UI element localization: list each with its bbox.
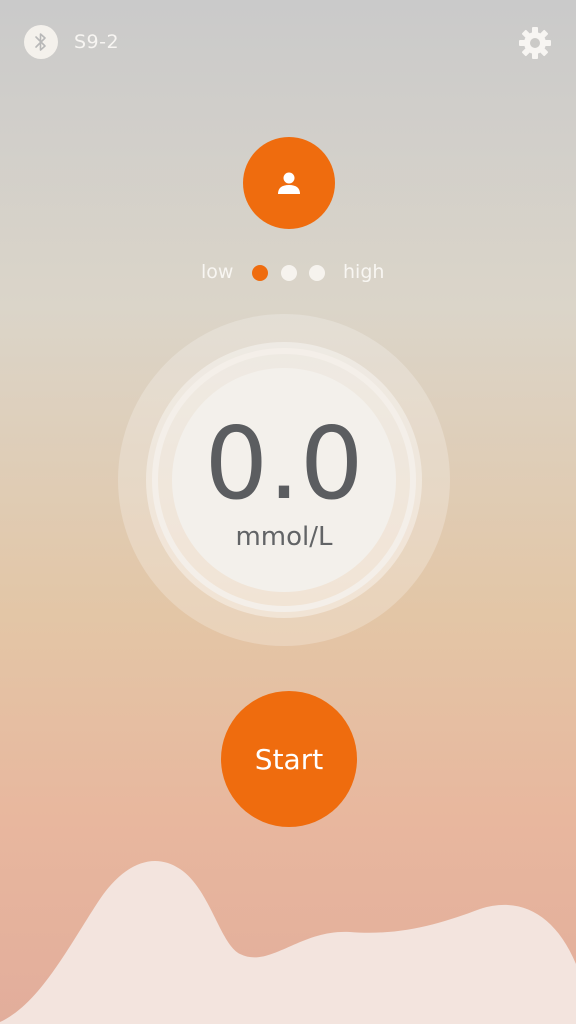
- reading-unit: mmol/L: [235, 522, 333, 552]
- start-button[interactable]: Start: [221, 691, 357, 827]
- reading-gauge: 0.0 mmol/L: [118, 314, 450, 646]
- measurement-screen: S9-2 low high 0.0 mmol/L Start: [0, 0, 576, 1024]
- level-dot-medium[interactable]: [281, 265, 297, 281]
- level-dot-low[interactable]: [252, 265, 268, 281]
- bluetooth-icon[interactable]: [24, 25, 58, 59]
- device-status[interactable]: S9-2: [24, 25, 119, 59]
- glucose-reading: 0.0: [204, 405, 364, 522]
- level-low-label: low: [201, 261, 234, 283]
- user-profile-button[interactable]: [243, 137, 335, 229]
- level-dot-high[interactable]: [309, 265, 325, 281]
- gear-icon[interactable]: [518, 26, 552, 60]
- level-selector: low high: [0, 258, 576, 288]
- level-high-label: high: [343, 261, 385, 283]
- decorative-wave: [0, 860, 576, 1024]
- device-name: S9-2: [74, 31, 120, 53]
- user-icon: [278, 172, 300, 194]
